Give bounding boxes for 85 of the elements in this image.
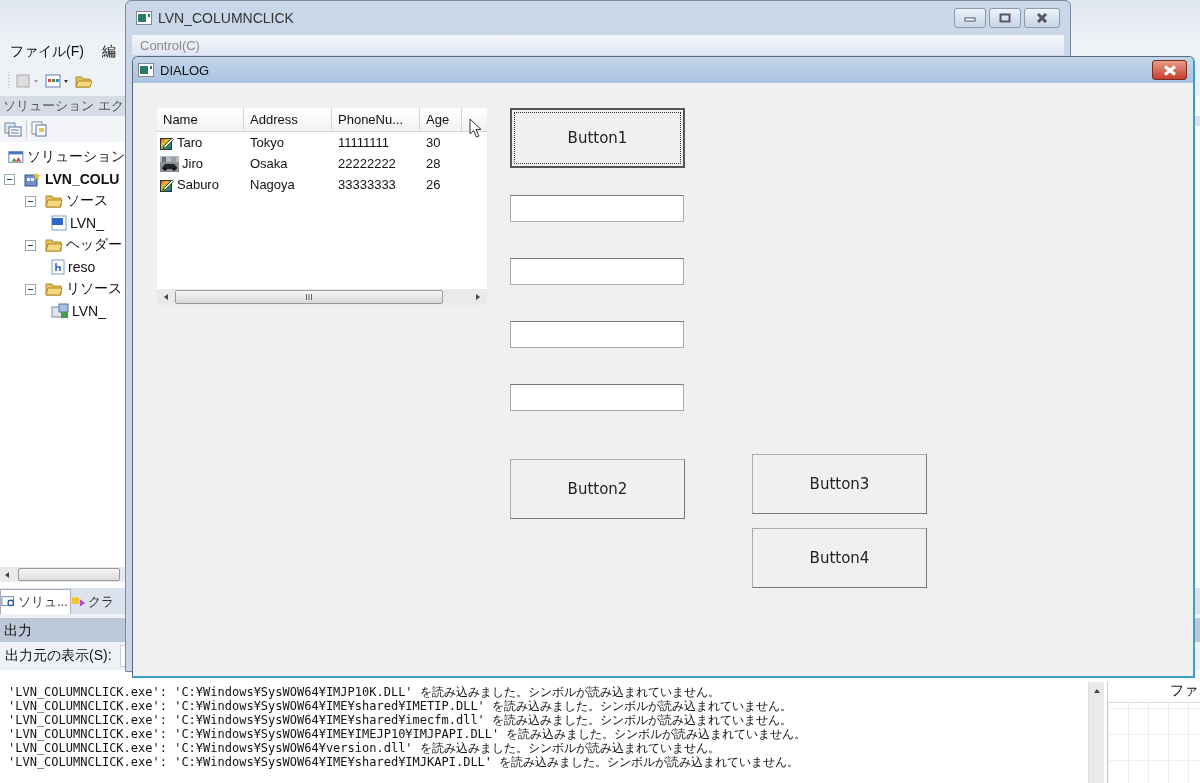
class-view-icon [70,595,87,609]
solution-icon [8,149,24,165]
app-icon [138,63,154,77]
table-cell: Tokyo [250,135,284,150]
output-line: 'LVN_COLUMNCLICK.exe': 'C:¥Windows¥SysWOW64¥IME¥shared¥imecfm.dll' を読み込みました。シンボルが読み込まれていません。 [8,713,794,727]
tree-item[interactable]: ソース [66,192,108,210]
output-line: 'LVN_COLUMNCLICK.exe': 'C:¥Windows¥SysWOW64¥version.dll' を読み込みました。シンボルが読み込まれていません。 [8,741,721,755]
tree-item[interactable]: LVN_COLU [45,171,120,187]
input-field[interactable] [510,321,684,348]
resource-file-icon [51,303,69,319]
list-view[interactable]: Name Address PhoneNu... Age Taro Tokyo 11111111 30 Jiro Osaka 22222222 28 Saburo Nagoya 33333333 26 [157,108,487,305]
toolbar-grip-icon [8,71,11,91]
field-label: 出力元の表示(S): [5,647,112,665]
table-cell: 33333333 [338,177,396,192]
table-cell: Jiro [182,156,203,171]
output-line: 'LVN_COLUMNCLICK.exe': 'C:¥Windows¥SysWOW64¥IME¥IMEJP10¥IMJPAPI.DLL' を読み込みました。シンボルが読み込まれていません。 [8,727,808,741]
table-cell: 22222222 [338,156,396,171]
input-field[interactable] [510,384,684,411]
output-line: 'LVN_COLUMNCLICK.exe': 'C:¥Windows¥SysWOW64¥IME¥shared¥IMETIP.DLL' を読み込みました。シンボルが読み込まれていません。 [8,699,794,713]
tree-item[interactable]: ヘッダー [66,236,122,254]
scrollbar[interactable] [1088,682,1104,783]
maximize-icon [999,13,1011,23]
show-all-files-icon[interactable] [31,121,47,137]
close-button[interactable] [1024,8,1060,28]
header-file-icon [51,259,65,275]
properties-icon[interactable] [4,121,22,137]
tree-item[interactable]: reso [68,259,96,275]
column-header[interactable]: Address [244,108,332,131]
table-cell: 30 [426,135,441,150]
folder-icon [45,282,63,296]
tree-item[interactable]: ソリューション [27,148,125,166]
close-button[interactable] [1152,60,1187,80]
pane-tab[interactable]: クラ [70,590,116,614]
search-window-icon [1,595,17,609]
scrollbar[interactable] [157,289,487,305]
pencil-icon [160,135,174,150]
table-cell: Saburo [177,177,219,192]
close-icon [1161,64,1178,76]
column-header[interactable]: Age [420,108,462,131]
close-icon [1035,13,1049,23]
minimize-icon [964,14,976,22]
tree-item[interactable]: LVN_ [72,303,106,319]
cpp-file-icon [51,215,67,231]
output-line: 'LVN_COLUMNCLICK.exe': 'C:¥Windows¥SysWOW64¥IME¥shared¥IMJKAPI.DLL' を読み込みました。シンボルが読み込まれていません。 [8,755,801,769]
menu-item[interactable]: ファイル(F) [10,43,84,61]
window-title: LVN_COLUMNCLICK [158,10,294,26]
scrollbar[interactable] [0,567,125,582]
table-cell: 26 [426,177,441,192]
project-icon [24,171,42,187]
push-button[interactable]: Button4 [752,528,927,588]
table-cell: 28 [426,156,441,171]
maximize-button[interactable] [989,8,1021,28]
column-header[interactable]: PhoneNu... [332,108,420,131]
pane-tab[interactable]: ソリュ... [0,589,71,614]
collapse-toggle[interactable] [25,283,36,295]
pane-title: ソリューション エク [0,96,125,116]
column-header[interactable]: ファ [1170,682,1200,702]
pencil-icon [160,177,174,192]
table-cell: 11111111 [338,135,390,150]
open-folder-icon[interactable] [75,73,93,89]
input-field[interactable] [510,258,684,285]
collapse-toggle[interactable] [4,173,15,185]
table-cell: Nagoya [250,177,295,192]
new-project-icon[interactable] [45,72,71,90]
window-title: DIALOG [160,62,210,78]
folder-icon [45,194,63,208]
collapse-toggle[interactable] [25,195,36,207]
push-button[interactable]: Button3 [752,454,927,514]
tree-item[interactable]: リソース [66,280,122,298]
menu-item[interactable]: 編 [101,43,116,61]
column-header[interactable]: Name [157,108,244,131]
push-button[interactable]: Button1 [510,108,685,168]
table-cell: Taro [177,135,203,150]
grip-icon [305,294,313,300]
folder-icon [45,238,63,252]
output-line: 'LVN_COLUMNCLICK.exe': 'C:¥Windows¥SysWOW64¥IMJP10K.DLL' を読み込みました。シンボルが読み込まれていません。 [8,685,721,699]
mouse-cursor-icon [469,118,483,139]
input-field[interactable] [510,195,684,222]
scroll-thumb[interactable] [175,290,443,304]
table-cell: Osaka [250,156,288,171]
app-icon [136,11,152,25]
tree-item[interactable]: LVN_ [70,215,104,231]
push-button[interactable]: Button2 [510,459,685,519]
collapse-toggle[interactable] [25,239,36,251]
scroll-thumb[interactable] [18,568,120,581]
